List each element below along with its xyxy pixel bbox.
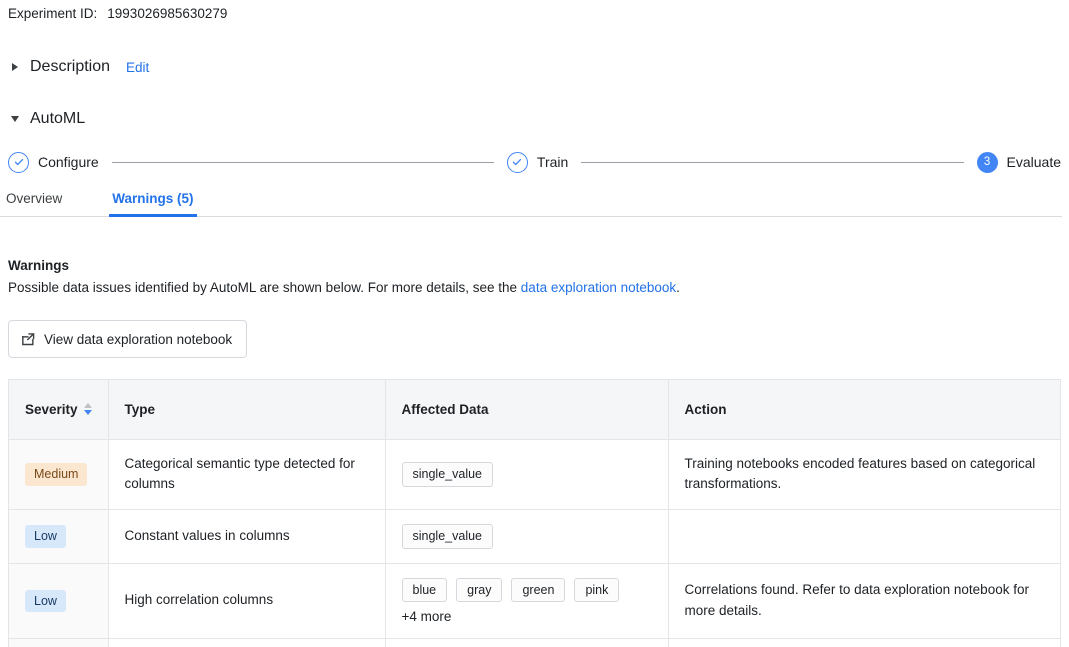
step-configure-label: Configure — [38, 154, 99, 170]
data-exploration-notebook-link[interactable]: data exploration notebook — [521, 280, 676, 295]
warnings-description-prefix: Possible data issues identified by AutoM… — [8, 280, 521, 295]
status-badge: Low — [25, 525, 66, 548]
warning-type-text: Constant values in columns — [124, 528, 290, 544]
cell-severity: Low — [9, 638, 109, 647]
table-row[interactable]: Medium Categorical semantic type detecte… — [9, 439, 1060, 511]
tab-warnings[interactable]: Warnings (5) — [109, 191, 197, 217]
automl-stepper: Configure Train 3 Evaluate — [8, 148, 1061, 176]
cell-type: Constant values in columns — [108, 509, 386, 564]
experiment-id-row: Experiment ID: 1993026985630279 — [8, 6, 227, 21]
table-row[interactable]: Low — [9, 638, 1060, 647]
status-badge: Low — [25, 589, 66, 613]
caret-right-icon[interactable] — [8, 60, 22, 74]
cell-type — [108, 638, 386, 647]
sort-ascending-icon — [83, 403, 92, 409]
warnings-description: Possible data issues identified by AutoM… — [8, 280, 680, 295]
table-row[interactable]: Low High correlation columns blue gray g… — [9, 563, 1060, 640]
step-connector-2 — [581, 161, 964, 163]
warnings-table: Severity Type Affected Data Action Mediu… — [9, 380, 1060, 647]
warnings-heading: Warnings — [8, 258, 70, 273]
affected-data-chip: gray — [456, 577, 503, 603]
description-section-header[interactable]: Description Edit — [8, 56, 149, 78]
check-icon — [8, 151, 29, 173]
external-link-icon — [20, 331, 37, 348]
warnings-description-suffix: . — [676, 280, 680, 295]
description-edit-link[interactable]: Edit — [126, 60, 149, 75]
affected-data-chip: pink — [574, 577, 620, 603]
check-icon — [506, 151, 528, 173]
affected-data-more-label[interactable]: +4 more — [402, 609, 452, 624]
cell-severity: Low — [9, 509, 109, 564]
cell-action — [668, 509, 1060, 564]
step-evaluate-label: Evaluate — [1006, 154, 1062, 170]
column-header-severity[interactable]: Severity — [9, 380, 109, 440]
cell-severity: Medium — [9, 439, 109, 511]
column-header-affected-data[interactable]: Affected Data — [385, 380, 669, 440]
column-header-action[interactable]: Action — [668, 380, 1060, 440]
step-number-badge: 3 — [976, 151, 998, 173]
warning-type-text: Categorical semantic type detected for c… — [124, 455, 355, 492]
description-section-title: Description — [30, 58, 111, 75]
tab-overview[interactable]: Overview — [6, 191, 62, 216]
column-header-type[interactable]: Type — [108, 380, 386, 440]
warning-action-text: Correlations found. Refer to data explor… — [684, 581, 1029, 618]
cell-action — [668, 638, 1060, 647]
cell-affected-data — [385, 638, 669, 647]
table-row[interactable]: Low Constant values in columns single_va… — [9, 509, 1060, 564]
step-connector-1 — [111, 161, 494, 163]
affected-data-chip: green — [511, 577, 566, 603]
cell-type: Categorical semantic type detected for c… — [108, 439, 386, 511]
step-train[interactable]: Train — [506, 151, 569, 173]
automl-section-title: AutoML — [30, 110, 86, 127]
sort-toggle-icon[interactable] — [83, 403, 92, 416]
experiment-automl-page: Experiment ID: 1993026985630279 Descript… — [0, 0, 1069, 647]
warning-type-text: High correlation columns — [124, 592, 274, 608]
caret-down-icon[interactable] — [8, 112, 22, 126]
cell-action: Correlations found. Refer to data explor… — [668, 563, 1060, 640]
step-configure[interactable]: Configure — [8, 151, 99, 173]
experiment-id-label: Experiment ID: — [8, 6, 98, 21]
cell-severity: Low — [9, 563, 109, 640]
view-data-exploration-notebook-button[interactable]: View data exploration notebook — [8, 320, 248, 358]
cell-affected-data: single_value — [385, 439, 669, 511]
experiment-id-value: 1993026985630279 — [107, 6, 228, 21]
automl-section-header[interactable]: AutoML — [8, 108, 85, 130]
column-header-severity-label: Severity — [25, 401, 78, 417]
warning-action-text: Training notebooks encoded features base… — [684, 455, 1036, 492]
table-header-row: Severity Type Affected Data Action — [9, 380, 1060, 440]
cell-action: Training notebooks encoded features base… — [668, 439, 1060, 511]
automl-tabs: Overview Warnings (5) — [0, 182, 1062, 217]
sort-descending-icon — [83, 410, 92, 416]
affected-data-chip: blue — [401, 577, 448, 603]
warnings-table-container: Severity Type Affected Data Action Mediu… — [8, 379, 1061, 647]
affected-data-chip: single_value — [401, 462, 493, 487]
view-data-exploration-notebook-label: View data exploration notebook — [44, 331, 233, 347]
step-evaluate[interactable]: 3 Evaluate — [976, 151, 1062, 173]
cell-affected-data: single_value — [385, 509, 669, 564]
status-badge: Medium — [25, 463, 88, 486]
affected-data-chip: single_value — [401, 524, 493, 549]
cell-affected-data: blue gray green pink +4 more — [385, 563, 669, 640]
step-train-label: Train — [536, 154, 569, 170]
cell-type: High correlation columns — [108, 563, 386, 640]
